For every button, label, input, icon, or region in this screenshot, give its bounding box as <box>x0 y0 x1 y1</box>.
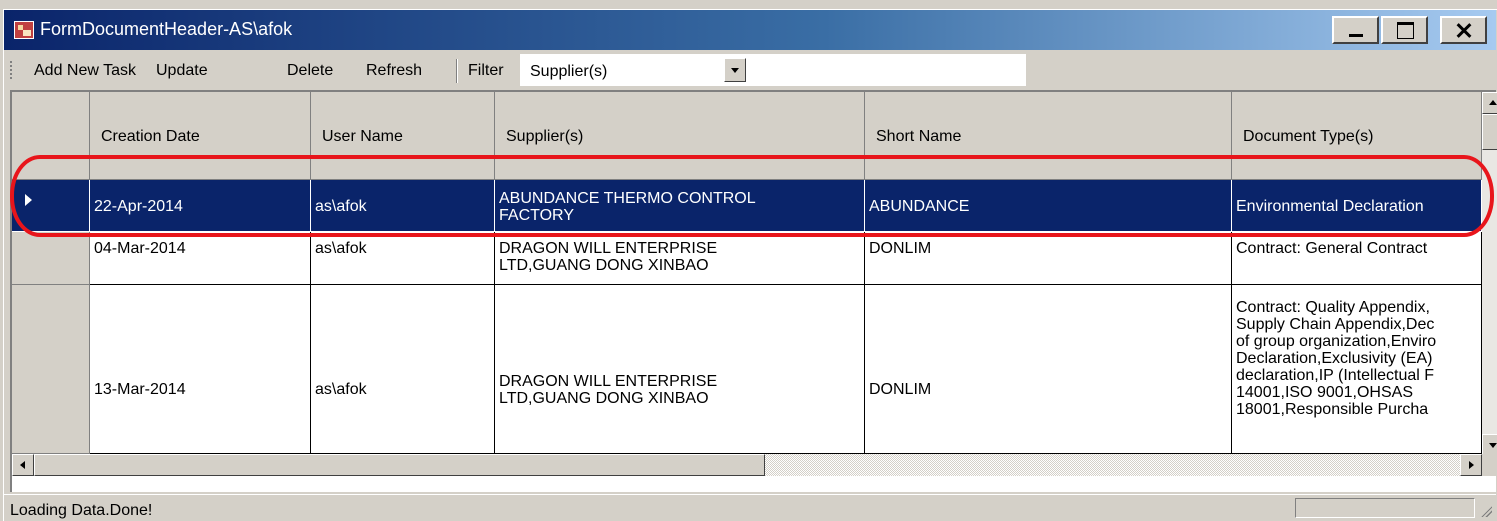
column-header-label: User Name <box>322 128 403 145</box>
close-button[interactable] <box>1440 16 1487 44</box>
column-header-suppliers[interactable]: Supplier(s) <box>495 92 865 180</box>
cell-text: 13-Mar-2014 <box>94 381 186 398</box>
horizontal-scrollbar[interactable] <box>12 454 1482 476</box>
cell-text: DONLIM <box>869 240 932 257</box>
table-cell[interactable]: ABUNDANCE THERMO CONTROL FACTORY <box>495 180 865 232</box>
table-cell[interactable]: DRAGON WILL ENTERPRISE LTD,GUANG DONG XI… <box>495 285 865 454</box>
column-header-user-name[interactable]: User Name <box>311 92 495 180</box>
scroll-left-icon[interactable] <box>12 454 34 476</box>
table-cell[interactable]: Environmental Declaration <box>1232 180 1482 232</box>
table-cell[interactable]: as\afok <box>311 285 495 454</box>
table-cell[interactable]: DONLIM <box>865 232 1232 285</box>
column-header-document-types[interactable]: Document Type(s) <box>1232 92 1482 180</box>
row-selector[interactable] <box>12 285 90 454</box>
filter-text-input[interactable] <box>755 54 1026 86</box>
toolbar-grip-icon[interactable] <box>10 61 15 79</box>
chevron-down-icon[interactable] <box>724 58 746 82</box>
table-cell[interactable]: 13-Mar-2014 <box>90 285 311 454</box>
filter-select[interactable]: Supplier(s) <box>520 54 755 86</box>
delete-button[interactable]: Delete <box>287 62 333 80</box>
scroll-down-icon[interactable] <box>1482 434 1497 456</box>
row-pointer-icon <box>25 194 32 206</box>
table-cell[interactable]: 22-Apr-2014 <box>90 180 311 232</box>
scroll-up-icon[interactable] <box>1482 92 1497 114</box>
toolbar: Add New Task Update Delete Refresh Filte… <box>4 51 1496 89</box>
cell-text: as\afok <box>315 240 367 257</box>
cell-text: as\afok <box>315 198 367 215</box>
maximize-button[interactable] <box>1381 16 1428 44</box>
cell-text: ABUNDANCE <box>869 198 970 215</box>
row-selector[interactable] <box>12 180 90 232</box>
vertical-scroll-thumb[interactable] <box>1482 114 1497 150</box>
cell-text: DRAGON WILL ENTERPRISE LTD,GUANG DONG XI… <box>499 373 718 407</box>
horizontal-scroll-thumb[interactable] <box>34 454 765 476</box>
scroll-right-icon[interactable] <box>1460 454 1482 476</box>
window-title: FormDocumentHeader-AS\afok <box>40 19 293 39</box>
row-header-corner <box>12 92 90 180</box>
column-header-creation-date[interactable]: Creation Date <box>90 92 311 180</box>
data-grid[interactable]: Creation Date User Name Supplier(s) Shor… <box>10 90 1497 492</box>
table-cell[interactable]: DONLIM <box>865 285 1232 454</box>
resize-grip-icon[interactable] <box>1480 505 1492 517</box>
refresh-button[interactable]: Refresh <box>366 62 422 80</box>
status-text: Loading Data.Done! <box>10 502 153 519</box>
table-cell[interactable]: Contract: Quality Appendix, Supply Chain… <box>1232 285 1482 454</box>
app-icon[interactable] <box>14 21 34 39</box>
cell-text: ABUNDANCE THERMO CONTROL FACTORY <box>499 190 756 224</box>
status-progress-panel <box>1295 498 1475 518</box>
cell-text: Contract: General Contract <box>1236 240 1428 257</box>
table-cell[interactable]: DRAGON WILL ENTERPRISE LTD,GUANG DONG XI… <box>495 232 865 285</box>
column-header-short-name[interactable]: Short Name <box>865 92 1232 180</box>
table-cell[interactable]: 04-Mar-2014 <box>90 232 311 285</box>
table-cell[interactable]: Contract: General Contract <box>1232 232 1482 285</box>
vertical-scrollbar[interactable] <box>1482 92 1497 456</box>
cell-text: Environmental Declaration <box>1236 198 1424 215</box>
cell-text: DRAGON WILL ENTERPRISE LTD,GUANG DONG XI… <box>499 240 718 274</box>
cell-text: DONLIM <box>869 381 932 398</box>
filter-select-value: Supplier(s) <box>530 63 608 80</box>
toolbar-separator <box>456 59 458 83</box>
status-bar: Loading Data.Done! <box>4 494 1496 521</box>
add-new-task-button[interactable]: Add New Task <box>34 62 136 80</box>
cell-text: 04-Mar-2014 <box>94 240 186 257</box>
minimize-button[interactable] <box>1332 16 1379 44</box>
row-selector[interactable] <box>12 232 90 285</box>
title-bar[interactable]: FormDocumentHeader-AS\afok <box>4 10 1496 50</box>
scrollbar-corner <box>1482 454 1497 476</box>
column-header-label: Document Type(s) <box>1243 128 1374 145</box>
application-window: FormDocumentHeader-AS\afok Add New Task … <box>3 9 1497 521</box>
filter-label: Filter <box>468 62 504 79</box>
update-button[interactable]: Update <box>156 62 208 80</box>
cell-text: 22-Apr-2014 <box>94 198 183 215</box>
cell-text: Contract: Quality Appendix, Supply Chain… <box>1236 299 1437 418</box>
column-header-label: Supplier(s) <box>506 128 584 145</box>
column-header-label: Creation Date <box>101 128 200 145</box>
cell-text: as\afok <box>315 381 367 398</box>
table-cell[interactable]: as\afok <box>311 232 495 285</box>
table-cell[interactable]: as\afok <box>311 180 495 232</box>
column-header-label: Short Name <box>876 128 962 145</box>
table-cell[interactable]: ABUNDANCE <box>865 180 1232 232</box>
